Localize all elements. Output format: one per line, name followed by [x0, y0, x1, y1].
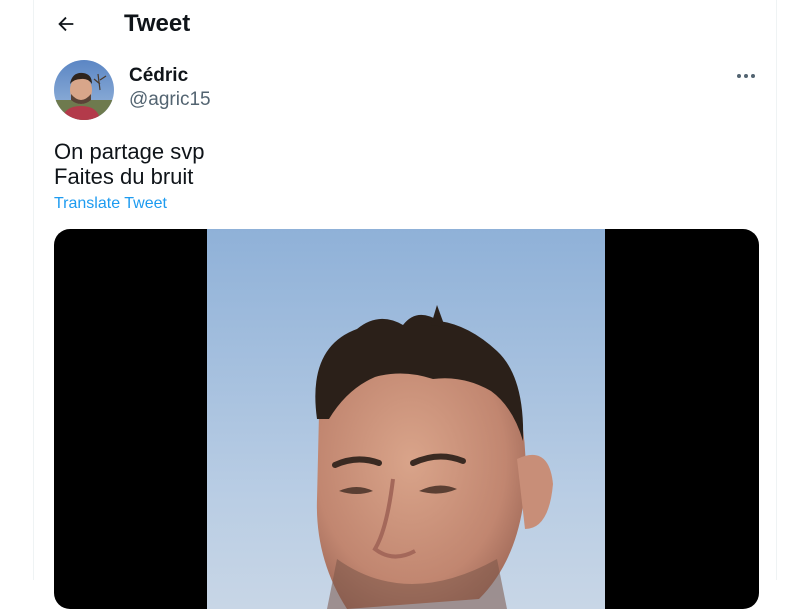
page-title: Tweet: [124, 10, 191, 37]
back-button[interactable]: [48, 8, 84, 40]
arrow-left-icon: [58, 16, 74, 32]
tweet-text: On partage svp Faites du bruit: [54, 139, 204, 189]
tweet-detail-column: Tweet Cédric @agric15 On partage svp Fai…: [33, 0, 777, 609]
page-header: Tweet: [34, 0, 776, 48]
tweet-text-line: On partage svp: [54, 139, 205, 164]
avatar[interactable]: [54, 60, 114, 120]
video-thumbnail: [207, 229, 605, 609]
more-options-button[interactable]: [732, 64, 760, 88]
tweet-video[interactable]: [54, 229, 759, 609]
more-horizontal-icon: [737, 74, 755, 78]
translate-tweet-link[interactable]: Translate Tweet: [54, 194, 167, 214]
profile-photo: [54, 60, 114, 120]
tweet-text-line: Faites du bruit: [54, 164, 194, 189]
author-handle[interactable]: @agric15: [129, 89, 211, 111]
video-frame: [207, 229, 605, 609]
author-name[interactable]: Cédric: [129, 65, 188, 87]
